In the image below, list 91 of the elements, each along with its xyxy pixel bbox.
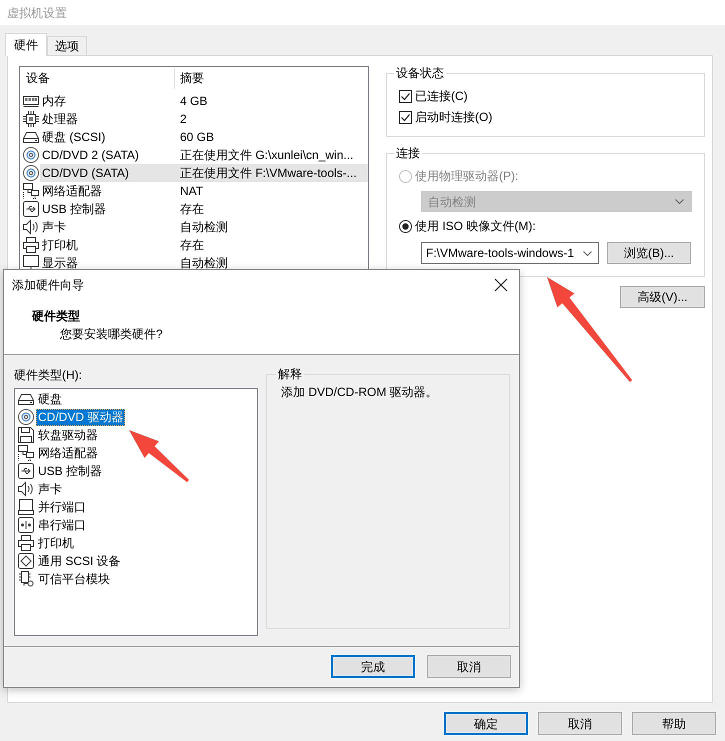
hardware-type-item[interactable]: 硬盘 xyxy=(36,390,64,408)
dialog-button[interactable]: 取消 xyxy=(538,712,622,735)
disc-icon xyxy=(23,165,39,181)
device-row[interactable]: 显示器 自动检测 xyxy=(20,254,368,272)
checkbox[interactable] xyxy=(399,90,412,102)
device-row[interactable]: 打印机 存在 xyxy=(20,236,368,254)
dialog-button[interactable]: 确定 xyxy=(444,712,528,735)
radio-label[interactable]: 使用 ISO 映像文件(M): xyxy=(415,218,536,234)
device-name: 处理器 xyxy=(41,111,79,127)
device-row[interactable]: 硬盘 (SCSI) 60 GB xyxy=(20,128,368,146)
hardware-type-item[interactable]: 声卡 xyxy=(36,480,64,498)
device-name: 网络适配器 xyxy=(41,183,103,199)
wizard-heading: 硬件类型 xyxy=(32,308,80,324)
group-title: 连接 xyxy=(395,146,421,161)
network-computers-icon xyxy=(23,183,39,199)
device-summary: 存在 xyxy=(180,201,205,217)
connector-icon xyxy=(18,517,34,533)
window-title: 虚拟机设置 xyxy=(7,4,67,20)
close-icon[interactable] xyxy=(494,278,508,292)
hardware-type-item[interactable]: 通用 SCSI 设备 xyxy=(36,552,123,570)
device-name: 打印机 xyxy=(41,237,79,253)
speaker-icon xyxy=(23,219,39,235)
device-row[interactable]: CD/DVD (SATA) 正在使用文件 F:\VMware-tools-... xyxy=(20,164,368,182)
device-name: CD/DVD 2 (SATA) xyxy=(41,147,140,163)
checkbox[interactable] xyxy=(399,110,412,124)
group-title: 解释 xyxy=(277,367,303,382)
device-summary: NAT xyxy=(180,183,204,199)
memory-module-icon xyxy=(23,93,39,109)
tab[interactable]: 选项 xyxy=(47,36,87,55)
column-header: 设备 xyxy=(20,67,175,89)
dialog-button[interactable]: 帮助 xyxy=(632,712,716,735)
hard-drive-icon xyxy=(23,129,39,145)
device-row[interactable]: CD/DVD 2 (SATA) 正在使用文件 G:\xunlei\cn_win... xyxy=(20,146,368,164)
chip-icon xyxy=(23,111,39,127)
browse-button[interactable]: 浏览(B)... xyxy=(607,242,691,264)
device-name: 硬盘 (SCSI) xyxy=(41,129,106,145)
device-summary: 正在使用文件 F:\VMware-tools-... xyxy=(180,165,358,181)
annotation-arrow xyxy=(129,430,189,482)
usb-icon xyxy=(23,201,39,217)
diamond-icon xyxy=(18,553,34,569)
device-name: CD/DVD (SATA) xyxy=(41,165,130,181)
hardware-type-item[interactable]: 可信平台模块 xyxy=(36,570,112,588)
network-computers-icon xyxy=(18,445,34,461)
dialog-title: 添加硬件向导 xyxy=(12,277,84,293)
hardware-type-item[interactable]: USB 控制器 xyxy=(36,462,104,480)
hardware-type-item[interactable]: 并行端口 xyxy=(36,498,88,516)
device-name: USB 控制器 xyxy=(41,201,108,217)
wizard-subheading: 您要安装哪类硬件? xyxy=(60,326,163,342)
device-summary: 2 xyxy=(180,111,188,127)
column-header: 摘要 xyxy=(179,70,205,87)
device-name: 声卡 xyxy=(41,219,67,235)
disc-icon xyxy=(18,409,34,425)
device-summary: 60 GB xyxy=(180,129,216,145)
chevron-down-icon xyxy=(583,250,592,256)
dialog-button[interactable]: 完成 xyxy=(331,655,415,678)
hardware-type-item[interactable]: 打印机 xyxy=(36,534,76,552)
chevron-down-icon xyxy=(675,199,684,204)
printer-icon xyxy=(23,237,39,253)
disc-icon xyxy=(23,147,39,163)
device-name: 内存 xyxy=(41,93,67,109)
advanced-button[interactable]: 高级(V)... xyxy=(620,286,705,308)
checkbox-label[interactable]: 启动时连接(O) xyxy=(415,109,492,125)
device-row[interactable]: 声卡 自动检测 xyxy=(20,218,368,236)
list-label: 硬件类型(H): xyxy=(14,367,82,383)
hardware-type-item[interactable]: 网络适配器 xyxy=(36,444,100,462)
device-summary: 自动检测 xyxy=(180,219,229,235)
device-row[interactable]: USB 控制器 存在 xyxy=(20,200,368,218)
device-summary: 4 GB xyxy=(180,93,208,109)
checkbox-label[interactable]: 已连接(C) xyxy=(415,88,468,104)
hard-drive-icon xyxy=(18,391,34,407)
device-summary: 自动检测 xyxy=(180,255,229,271)
dialog-button[interactable]: 取消 xyxy=(427,655,511,678)
hardware-type-item[interactable]: CD/DVD 驱动器 xyxy=(36,408,126,426)
laptop-icon xyxy=(18,499,34,515)
iso-path-combobox[interactable]: F:\VMware-tools-windows-1 xyxy=(421,242,599,264)
device-row[interactable]: 处理器 2 xyxy=(20,110,368,128)
usb-icon xyxy=(18,463,34,479)
device-summary: 存在 xyxy=(180,237,205,253)
hardware-type-item[interactable]: 软盘驱动器 xyxy=(36,426,100,444)
group-title: 设备状态 xyxy=(395,66,445,81)
speaker-icon xyxy=(18,481,34,497)
explanation-text: 添加 DVD/CD-ROM 驱动器。 xyxy=(281,384,439,400)
tab[interactable]: 硬件 xyxy=(5,33,47,56)
device-name: 显示器 xyxy=(41,255,79,271)
device-row[interactable]: 网络适配器 NAT xyxy=(20,182,368,200)
printer-icon xyxy=(18,535,34,551)
hardware-type-item[interactable]: 串行端口 xyxy=(36,516,88,534)
chip-key-icon xyxy=(18,571,34,587)
radio-button[interactable] xyxy=(399,220,412,232)
device-summary: 正在使用文件 G:\xunlei\cn_win... xyxy=(180,147,354,163)
device-row[interactable]: 内存 4 GB xyxy=(20,92,368,110)
